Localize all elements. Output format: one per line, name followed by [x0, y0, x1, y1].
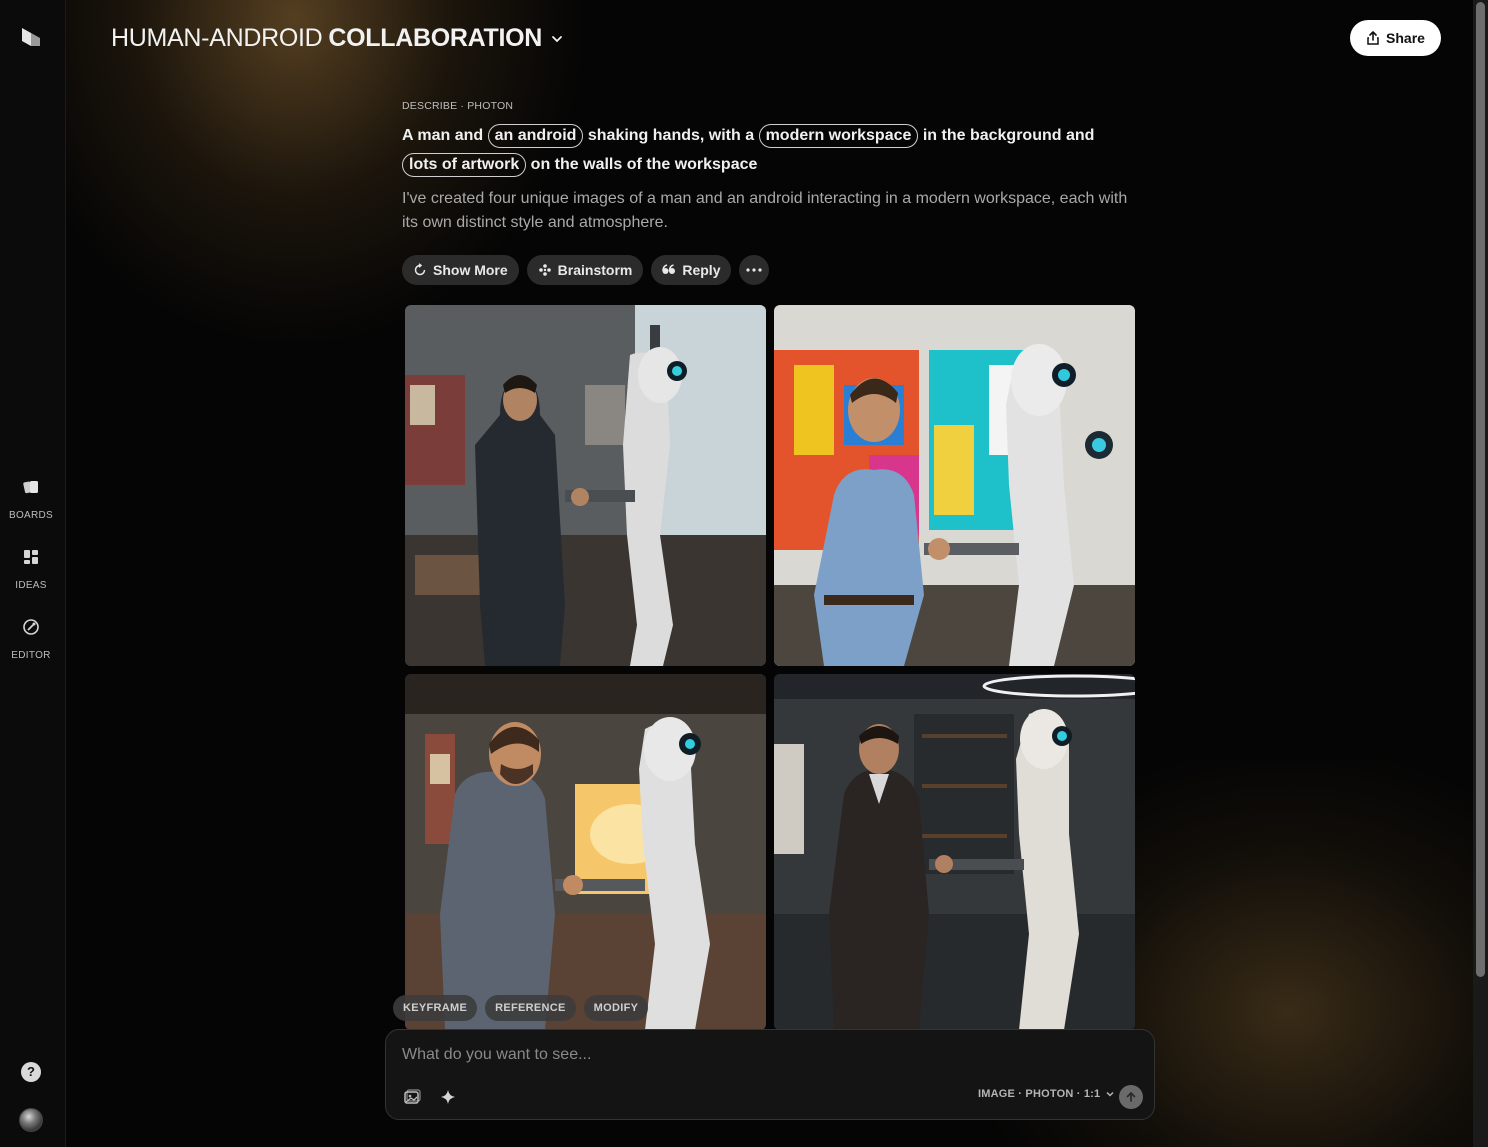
sidebar-item-ideas[interactable]: IDEAS	[0, 547, 62, 593]
generated-image-1[interactable]	[405, 305, 766, 666]
share-icon	[1367, 31, 1379, 45]
show-more-button[interactable]: Show More	[402, 255, 519, 285]
prompt-segment: in the background and	[918, 127, 1095, 144]
sidebar-item-label: BOARDS	[8, 510, 54, 521]
prompt-segment: A man and	[402, 127, 488, 144]
ideas-icon	[21, 547, 41, 567]
chevron-down-icon	[552, 35, 562, 42]
prompt-chip-android[interactable]: an android	[487, 124, 584, 148]
quote-icon	[662, 264, 676, 274]
sparkle-icon[interactable]	[438, 1087, 458, 1107]
prompt-chip-artwork[interactable]: lots of artwork	[402, 153, 527, 177]
tag-keyframe[interactable]: KEYFRAME	[393, 995, 478, 1021]
sidebar: BOARDS IDEAS EDITOR ?	[0, 0, 66, 1147]
show-more-label: Show More	[433, 262, 508, 278]
arrow-up-icon	[1126, 1091, 1136, 1102]
generated-image-3[interactable]	[405, 674, 766, 1030]
message: DESCRIBE · PHOTON A man and an android s…	[402, 100, 1142, 285]
prompt-segment: shaking hands, with a	[583, 127, 759, 144]
message-meta: DESCRIBE · PHOTON	[402, 100, 514, 112]
editor-icon	[21, 617, 41, 637]
prompt-chip-workspace[interactable]: modern workspace	[758, 124, 919, 148]
board-title-bold: COLLABORATION	[328, 24, 543, 52]
tag-modify[interactable]: MODIFY	[583, 995, 649, 1021]
message-description: I've created four unique images of a man…	[402, 190, 1128, 231]
composer-tags: KEYFRAME REFERENCE MODIFY	[393, 995, 649, 1021]
help-icon[interactable]: ?	[21, 1062, 41, 1082]
share-label: Share	[1386, 30, 1425, 46]
logo-icon[interactable]	[19, 25, 43, 49]
prompt-input[interactable]	[402, 1044, 1102, 1066]
prompt-text: A man and an android shaking hands, with…	[402, 121, 1142, 179]
brainstorm-button[interactable]: Brainstorm	[526, 255, 644, 285]
sidebar-item-boards[interactable]: BOARDS	[0, 477, 62, 523]
mode-selector[interactable]: IMAGE · PHOTON · 1:1	[978, 1088, 1115, 1100]
generated-image-2[interactable]	[774, 305, 1135, 666]
scrollbar-thumb[interactable]	[1476, 2, 1485, 977]
board-title-light: HUMAN-ANDROID	[111, 24, 323, 52]
reply-button[interactable]: Reply	[651, 255, 732, 285]
boards-icon	[21, 477, 41, 497]
board-title[interactable]: HUMAN-ANDROID COLLABORATION	[111, 24, 564, 53]
more-options-button[interactable]	[739, 255, 770, 285]
reply-label: Reply	[682, 262, 721, 278]
share-button[interactable]: Share	[1350, 20, 1441, 56]
send-button[interactable]	[1119, 1085, 1143, 1109]
prompt-segment: on the walls of the workspace	[526, 156, 758, 173]
brainstorm-label: Brainstorm	[557, 262, 633, 278]
tag-reference[interactable]: REFERENCE	[485, 995, 576, 1021]
brainstorm-icon	[538, 264, 551, 276]
composer: IMAGE · PHOTON · 1:1	[385, 1029, 1155, 1120]
sidebar-item-label: EDITOR	[11, 650, 51, 661]
sidebar-item-editor[interactable]: EDITOR	[0, 617, 62, 663]
refresh-icon	[414, 263, 426, 276]
sidebar-item-label: IDEAS	[15, 580, 47, 591]
generated-image-4[interactable]	[774, 674, 1135, 1030]
mode-label: IMAGE · PHOTON · 1:1	[978, 1088, 1101, 1100]
message-actions: Show More Brainstorm Reply	[402, 255, 1142, 285]
image-upload-icon[interactable]	[402, 1087, 422, 1107]
avatar[interactable]	[19, 1108, 43, 1132]
ellipsis-icon	[746, 268, 763, 272]
chevron-down-icon	[1106, 1091, 1114, 1097]
